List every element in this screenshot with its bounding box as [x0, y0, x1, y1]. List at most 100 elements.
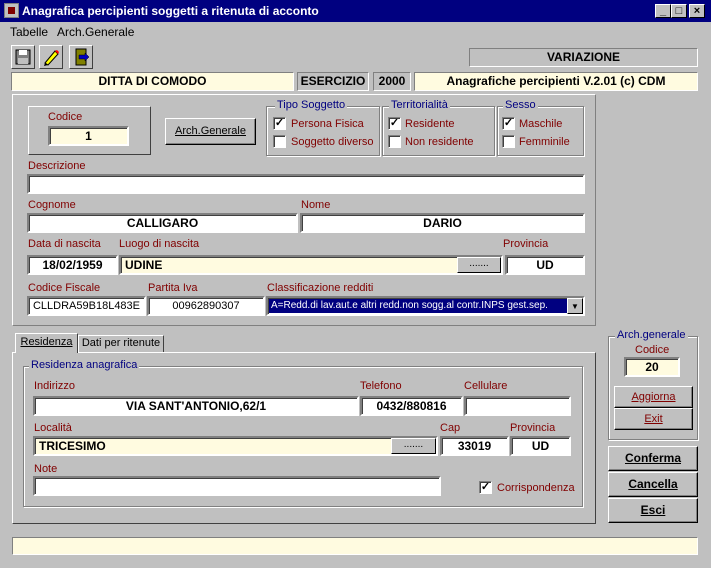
provincia-nascita-field[interactable]: UD	[505, 255, 585, 275]
cap-label: Cap	[440, 422, 461, 434]
classificazione-dropdown-button[interactable]: ▼	[567, 298, 583, 314]
data-nascita-label: Data di nascita	[28, 238, 101, 250]
provincia-label: Provincia	[510, 422, 556, 434]
non-residente-checkbox[interactable]	[388, 135, 401, 148]
ditta-label: DITTA DI COMODO	[11, 72, 294, 91]
aggiorna-button-label: Aggiorna	[631, 391, 676, 403]
menu-tabelle[interactable]: Tabelle	[10, 25, 48, 39]
tipo-soggetto-group	[266, 106, 380, 156]
localita-field[interactable]: TRICESIMO	[33, 436, 438, 456]
maschile-label: Maschile	[519, 118, 563, 130]
soggetto-diverso-label: Soggetto diverso	[291, 136, 374, 148]
cellulare-field[interactable]	[464, 396, 571, 416]
aggiorna-button[interactable]: Aggiorna	[614, 386, 693, 408]
edit-button[interactable]	[39, 45, 63, 69]
sesso-title: Sesso	[503, 99, 538, 111]
codice-field[interactable]: 1	[48, 126, 129, 146]
classificazione-selected: A=Redd.di lav.aut.e altri redd.non sogg.…	[269, 299, 568, 313]
descrizione-field[interactable]	[27, 174, 585, 194]
tab-dati-ritenute-label: Dati per ritenute	[81, 337, 161, 349]
status-bar	[12, 537, 698, 555]
menu-bar: Tabelle Arch.Generale	[0, 22, 711, 41]
tab-residenza[interactable]: Residenza	[15, 333, 78, 353]
edit-icon	[44, 50, 59, 66]
residente-label: Residente	[405, 118, 455, 130]
note-field[interactable]	[33, 476, 441, 496]
data-nascita-field[interactable]: 18/02/1959	[27, 255, 118, 275]
esci-button[interactable]: Esci	[608, 498, 698, 523]
cancella-button[interactable]: Cancella	[608, 472, 698, 497]
corrispondenza-label: Corrispondenza	[497, 482, 575, 494]
partita-iva-field[interactable]: 00962890307	[147, 296, 265, 316]
cap-field[interactable]: 33019	[440, 436, 509, 456]
tab-residenza-label: Residenza	[20, 336, 73, 348]
exit-button[interactable]: Exit	[614, 408, 693, 430]
chevron-down-icon: ▼	[571, 302, 579, 311]
codice-label: Codice	[48, 111, 83, 123]
cognome-label: Cognome	[28, 199, 76, 211]
descrizione-label: Descrizione	[28, 160, 86, 172]
save-icon	[15, 49, 31, 65]
arch-generale-button[interactable]: Arch.Generale	[165, 118, 256, 145]
indirizzo-label: Indirizzo	[34, 380, 75, 392]
cognome-field[interactable]: CALLIGARO	[27, 213, 298, 233]
cellulare-label: Cellulare	[464, 380, 508, 392]
partita-iva-label: Partita Iva	[148, 282, 198, 294]
classificazione-label: Classificazione redditi	[267, 282, 374, 294]
title-bar: Anagrafica percipienti soggetti a ritenu…	[0, 0, 711, 22]
tab-dati-ritenute[interactable]: Dati per ritenute	[78, 335, 164, 353]
classificazione-select[interactable]: A=Redd.di lav.aut.e altri redd.non sogg.…	[266, 296, 585, 316]
residenza-title: Residenza anagrafica	[29, 359, 140, 371]
exit-door-icon	[75, 48, 90, 66]
arch-codice-field[interactable]: 20	[624, 357, 680, 377]
esercizio-label: ESERCIZIO	[297, 72, 369, 91]
conferma-button-label: Conferma	[624, 451, 681, 465]
tipo-soggetto-title: Tipo Soggetto	[275, 99, 348, 111]
residente-checkbox[interactable]: ✓	[388, 117, 401, 130]
menu-arch-generale[interactable]: Arch.Generale	[57, 25, 134, 39]
provincia-nascita-label: Provincia	[503, 238, 549, 250]
nome-label: Nome	[301, 199, 331, 211]
cancella-button-label: Cancella	[628, 477, 678, 491]
codice-fiscale-label: Codice Fiscale	[28, 282, 101, 294]
window-title: Anagrafica percipienti soggetti a ritenu…	[22, 4, 319, 18]
arch-panel-title: Arch.generale	[615, 329, 688, 341]
arch-generale-button-label: Arch.Generale	[175, 125, 246, 137]
exit-door-button[interactable]	[69, 45, 93, 69]
version-label: Anagrafiche percipienti V.2.01 (c) CDM	[414, 72, 698, 91]
conferma-button[interactable]: Conferma	[608, 446, 698, 471]
persona-fisica-checkbox[interactable]: ✓	[273, 117, 286, 130]
soggetto-diverso-checkbox[interactable]	[273, 135, 286, 148]
esercizio-value: 2000	[373, 72, 411, 91]
esci-button-label: Esci	[640, 503, 666, 517]
maximize-button[interactable]: □	[671, 4, 687, 18]
non-residente-label: Non residente	[405, 136, 474, 148]
territorialita-group	[382, 106, 495, 156]
localita-lookup-button[interactable]: .......	[391, 438, 436, 454]
luogo-nascita-lookup-button[interactable]: .......	[457, 257, 501, 273]
femminile-checkbox[interactable]	[502, 135, 515, 148]
note-label: Note	[34, 463, 58, 475]
luogo-nascita-label: Luogo di nascita	[119, 238, 200, 250]
maschile-checkbox[interactable]: ✓	[502, 117, 515, 130]
save-button[interactable]	[11, 45, 35, 69]
minimize-button[interactable]: _	[655, 4, 671, 18]
mode-indicator: VARIAZIONE	[469, 48, 698, 67]
luogo-nascita-field[interactable]: UDINE	[119, 255, 503, 275]
corrispondenza-checkbox[interactable]: ✓	[479, 481, 492, 494]
localita-label: Località	[34, 422, 72, 434]
indirizzo-field[interactable]: VIA SANT'ANTONIO,62/1	[33, 396, 359, 416]
close-button[interactable]: ×	[689, 4, 705, 18]
persona-fisica-label: Persona Fisica	[291, 118, 364, 130]
nome-field[interactable]: DARIO	[300, 213, 585, 233]
femminile-label: Femminile	[519, 136, 570, 148]
sesso-group	[497, 106, 584, 156]
app-icon	[4, 3, 19, 18]
exit-button-label: Exit	[644, 413, 663, 425]
telefono-field[interactable]: 0432/880816	[360, 396, 463, 416]
codice-fiscale-field[interactable]: CLLDRA59B18L483E	[27, 296, 146, 316]
arch-codice-label: Codice	[635, 344, 670, 356]
telefono-label: Telefono	[360, 380, 402, 392]
territorialita-title: Territorialità	[389, 99, 450, 111]
provincia-field[interactable]: UD	[510, 436, 571, 456]
